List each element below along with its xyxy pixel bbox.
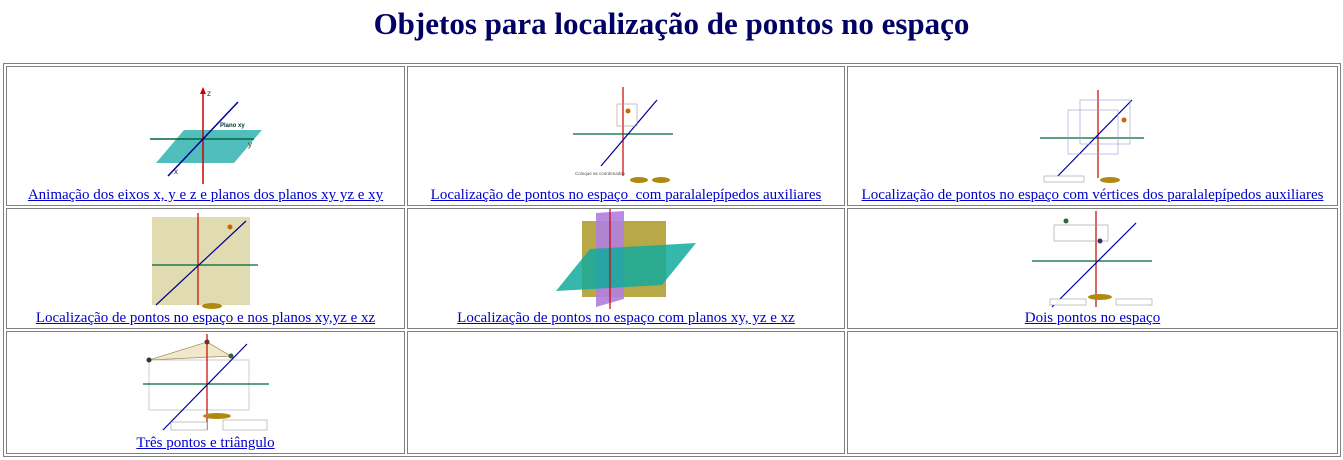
aux-box xyxy=(1067,109,1118,155)
point xyxy=(625,108,631,114)
object-link[interactable]: Localização de pontos no espaço com plan… xyxy=(408,309,844,328)
object-cell: Dois pontos no espaço xyxy=(847,208,1338,329)
z-label: z xyxy=(207,89,211,98)
parallelepiped-thumbnail[interactable]: Coloque as coordenadas xyxy=(571,84,681,186)
point-c xyxy=(228,353,233,359)
control-button xyxy=(1099,177,1120,183)
coord-inputs xyxy=(1043,175,1084,183)
coord-inputs xyxy=(170,421,207,431)
object-link[interactable]: Localização de pontos no espaço com vért… xyxy=(848,186,1337,205)
plane-label: Plano xy xyxy=(220,123,245,129)
coord-inputs xyxy=(1115,298,1152,306)
object-link[interactable]: Três pontos e triângulo xyxy=(7,434,404,453)
x-label: x xyxy=(174,167,178,176)
z-axis-arrow xyxy=(199,87,206,94)
two-points-thumbnail[interactable] xyxy=(1030,211,1156,309)
object-cell: Localização de pontos no espaço com vért… xyxy=(847,66,1338,206)
planes-points-thumbnail[interactable] xyxy=(150,213,262,309)
triangle xyxy=(148,341,232,361)
point xyxy=(1121,117,1126,123)
control-button xyxy=(630,177,648,183)
object-cell: Localização de pontos no espaço e nos pl… xyxy=(6,208,405,329)
control-button xyxy=(1087,294,1112,300)
plane-xy xyxy=(556,243,696,291)
hint-text: Coloque as coordenadas xyxy=(575,171,626,176)
coord-inputs xyxy=(1049,298,1086,306)
point-a xyxy=(1063,218,1068,224)
object-link[interactable]: Localização de pontos no espaço_com para… xyxy=(408,186,844,205)
vertices-parallelepiped-thumbnail[interactable] xyxy=(1038,88,1148,186)
three-planes-thumbnail[interactable] xyxy=(552,209,700,309)
plane-xy xyxy=(155,130,262,163)
point-b xyxy=(1097,238,1102,244)
object-link[interactable]: Animação dos eixos x, y e z e planos dos… xyxy=(7,186,404,205)
coord-inputs xyxy=(222,419,267,431)
y-label: y xyxy=(248,140,252,149)
point-a xyxy=(146,357,151,363)
control-button xyxy=(202,413,231,419)
empty-cell xyxy=(847,331,1338,454)
objects-table: z y x Plano xy Animação dos eixos x, y e… xyxy=(3,63,1341,457)
point xyxy=(227,224,232,230)
object-cell: Coloque as coordenadas Localização de po… xyxy=(407,66,845,206)
triangle-thumbnail[interactable] xyxy=(141,334,271,434)
aux-box xyxy=(148,359,249,411)
x-axis xyxy=(1051,222,1136,308)
object-cell: z y x Plano xy Animação dos eixos x, y e… xyxy=(6,66,405,206)
aux-box xyxy=(616,103,638,127)
point-b xyxy=(204,339,209,345)
object-link[interactable]: Dois pontos no espaço xyxy=(848,309,1337,328)
x-axis xyxy=(1051,99,1132,183)
object-cell: Três pontos e triângulo xyxy=(6,331,405,454)
page-title: Objetos para localização de pontos no es… xyxy=(373,6,970,41)
object-link[interactable]: Localização de pontos no espaço e nos pl… xyxy=(7,309,404,328)
object-cell: Localização de pontos no espaço com plan… xyxy=(407,208,845,329)
axes-planes-thumbnail[interactable]: z y x Plano xy xyxy=(146,86,266,186)
empty-cell xyxy=(407,331,845,454)
control-button xyxy=(652,177,670,183)
